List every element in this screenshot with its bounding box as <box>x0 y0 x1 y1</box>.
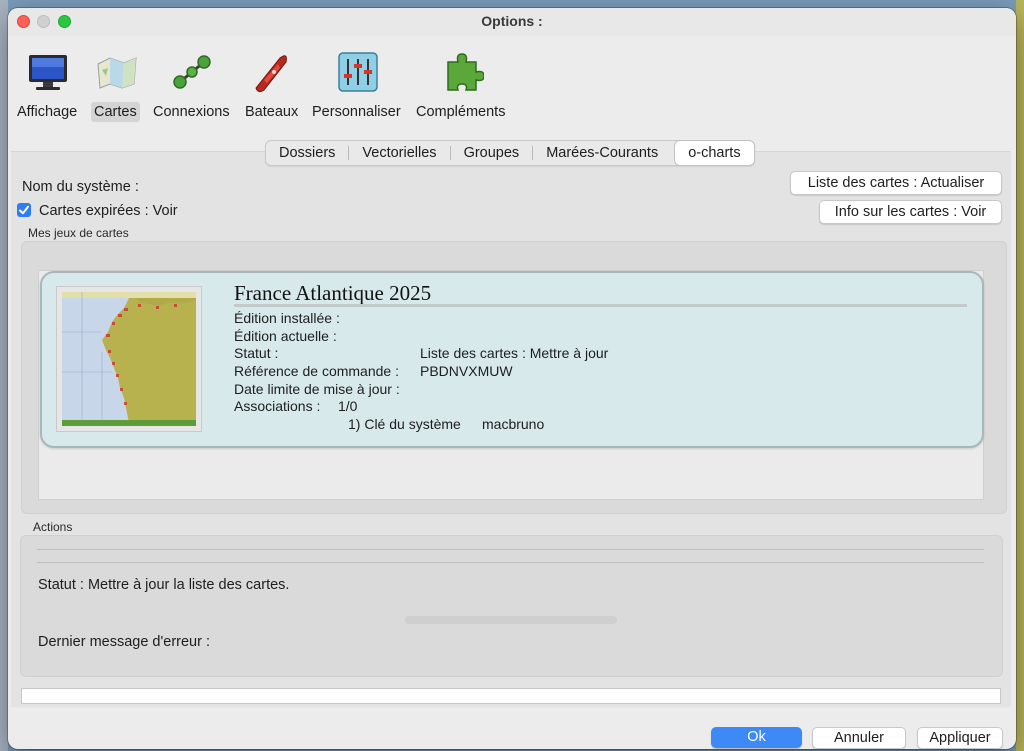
toolbar-label-affichage: Affichage <box>17 104 78 120</box>
associations-value: 1/0 <box>338 398 358 414</box>
chartset-card[interactable]: France Atlantique 2025 Édition installée… <box>40 271 984 448</box>
chartset-title-divider <box>234 304 967 307</box>
background-map-right <box>1016 0 1024 751</box>
toolbar-label-personnaliser: Personnaliser <box>312 104 401 120</box>
chart-info-button[interactable]: Info sur les cartes : Voir <box>819 200 1002 224</box>
order-reference-value: PBDNVXMUW <box>420 363 513 379</box>
installed-edition-label: Édition installée : <box>234 310 340 326</box>
actions-status-text: Statut : Mettre à jour la liste des cart… <box>38 577 290 593</box>
order-reference-label: Référence de commande : <box>234 363 399 379</box>
progress-bar <box>405 616 617 624</box>
expired-charts-label: Cartes expirées : Voir <box>39 203 178 219</box>
current-edition-label: Édition actuelle : <box>234 328 337 344</box>
actions-divider <box>37 562 984 563</box>
puzzle-icon <box>447 53 484 91</box>
boat-icon <box>255 55 287 93</box>
associations-label: Associations : <box>234 398 321 414</box>
toolbar-label-cartes: Cartes <box>91 102 140 122</box>
toolbar-label-bateaux: Bateaux <box>245 104 299 120</box>
tab-bar: Dossiers Vectorielles Groupes Marées-Cou… <box>265 140 755 166</box>
system-name-label: Nom du système : <box>22 179 139 195</box>
monitor-icon <box>29 55 67 90</box>
options-window: Options : Affichage Cartes Connexions Ba… <box>8 8 1016 749</box>
tab-groupes[interactable]: Groupes <box>451 141 533 165</box>
tab-dossiers[interactable]: Dossiers <box>266 141 348 165</box>
title-bar: Options : <box>8 8 1016 36</box>
checkmark-icon <box>19 205 29 215</box>
cancel-button[interactable]: Annuler <box>812 727 906 749</box>
status-value: Liste des cartes : Mettre à jour <box>420 345 609 361</box>
background-map <box>0 0 8 751</box>
actions-group-title: Actions <box>33 520 73 534</box>
connections-icon <box>173 55 211 89</box>
options-toolbar: Affichage Cartes Connexions Bateaux Pers… <box>8 36 1016 138</box>
system-key-value: macbruno <box>482 416 545 432</box>
status-label: Statut : <box>234 345 279 361</box>
expired-charts-checkbox[interactable] <box>17 203 31 217</box>
system-key-label: 1) Clé du système <box>348 416 461 432</box>
chart-list-refresh-button[interactable]: Liste des cartes : Actualiser <box>790 171 1002 195</box>
update-deadline-label: Date limite de mise à jour : <box>234 381 400 397</box>
chartsets-group-title: Mes jeux de cartes <box>28 226 129 240</box>
last-error-label: Dernier message d'erreur : <box>38 634 211 650</box>
ok-button[interactable]: Ok <box>711 727 802 748</box>
window-title: Options : <box>481 13 543 29</box>
chartset-thumbnail <box>56 286 202 432</box>
chart-map-icon <box>97 57 137 89</box>
tab-marees-courants[interactable]: Marées-Courants <box>533 141 671 165</box>
apply-button[interactable]: Appliquer <box>917 727 1003 749</box>
log-text-field[interactable] <box>21 688 1001 704</box>
chart-preview-image <box>62 292 196 426</box>
tab-o-charts[interactable]: o-charts <box>675 141 754 165</box>
actions-divider <box>37 549 984 550</box>
sliders-icon <box>338 52 378 92</box>
tab-vectorielles[interactable]: Vectorielles <box>349 141 449 165</box>
toolbar-label-connexions: Connexions <box>153 104 230 120</box>
actions-group <box>20 535 1003 677</box>
toolbar-label-complements: Compléments <box>416 104 506 120</box>
chartset-title: France Atlantique 2025 <box>234 281 432 305</box>
